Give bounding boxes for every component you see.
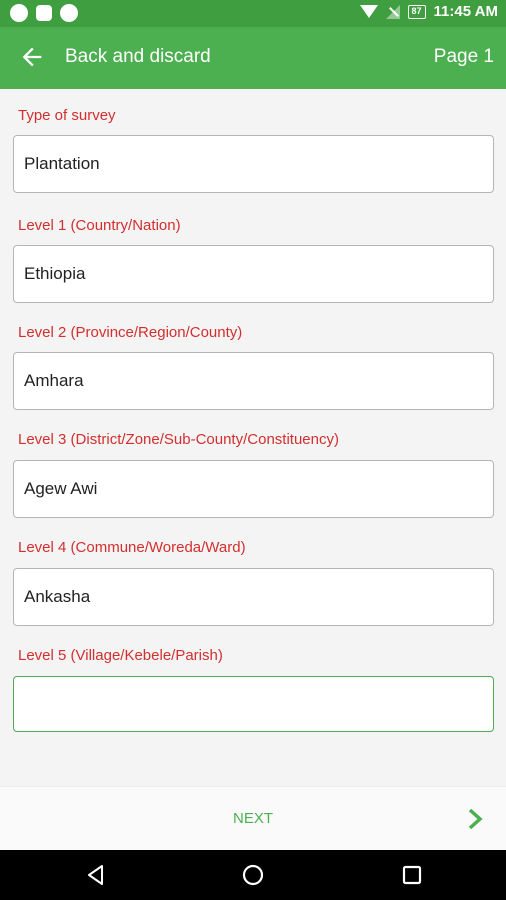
level-2-field[interactable] (13, 352, 494, 410)
system-nav-bar (0, 850, 506, 900)
android-icon (60, 4, 78, 22)
level-1-label: Level 1 (Country/Nation) (18, 217, 181, 234)
back-triangle-icon[interactable] (84, 863, 108, 887)
type-of-survey-label: Type of survey (18, 107, 116, 124)
level-3-field[interactable] (13, 460, 494, 518)
bottom-bar: NEXT (0, 786, 506, 850)
page-indicator: Page 1 (433, 46, 494, 67)
level-4-label: Level 4 (Commune/Woreda/Ward) (18, 539, 246, 556)
recents-square-icon[interactable] (400, 863, 424, 887)
level-5-label: Level 5 (Village/Kebele/Parish) (18, 647, 223, 664)
app-notification-icon (10, 4, 28, 22)
battery-icon: 87 (407, 4, 426, 19)
level-4-field[interactable] (13, 568, 494, 626)
sync-icon (36, 5, 52, 21)
level-5-field[interactable] (13, 676, 494, 732)
arrow-back-icon[interactable] (18, 43, 46, 71)
status-time: 11:45 AM (433, 3, 498, 20)
chevron-right-icon[interactable] (466, 807, 486, 831)
home-circle-icon[interactable] (241, 863, 265, 887)
survey-form: Type of survey Level 1 (Country/Nation) … (0, 89, 506, 786)
type-of-survey-field[interactable] (13, 135, 494, 193)
back-and-discard-label[interactable]: Back and discard (65, 46, 211, 68)
status-bar: 87 11:45 AM (0, 0, 506, 27)
next-button[interactable]: NEXT (0, 810, 506, 827)
level-1-field[interactable] (13, 245, 494, 303)
level-3-label: Level 3 (District/Zone/Sub-County/Consti… (18, 431, 339, 448)
app-bar: Back and discard Page 1 (0, 27, 506, 89)
level-2-label: Level 2 (Province/Region/County) (18, 324, 243, 341)
no-signal-icon (385, 4, 400, 19)
wifi-icon (359, 5, 378, 18)
